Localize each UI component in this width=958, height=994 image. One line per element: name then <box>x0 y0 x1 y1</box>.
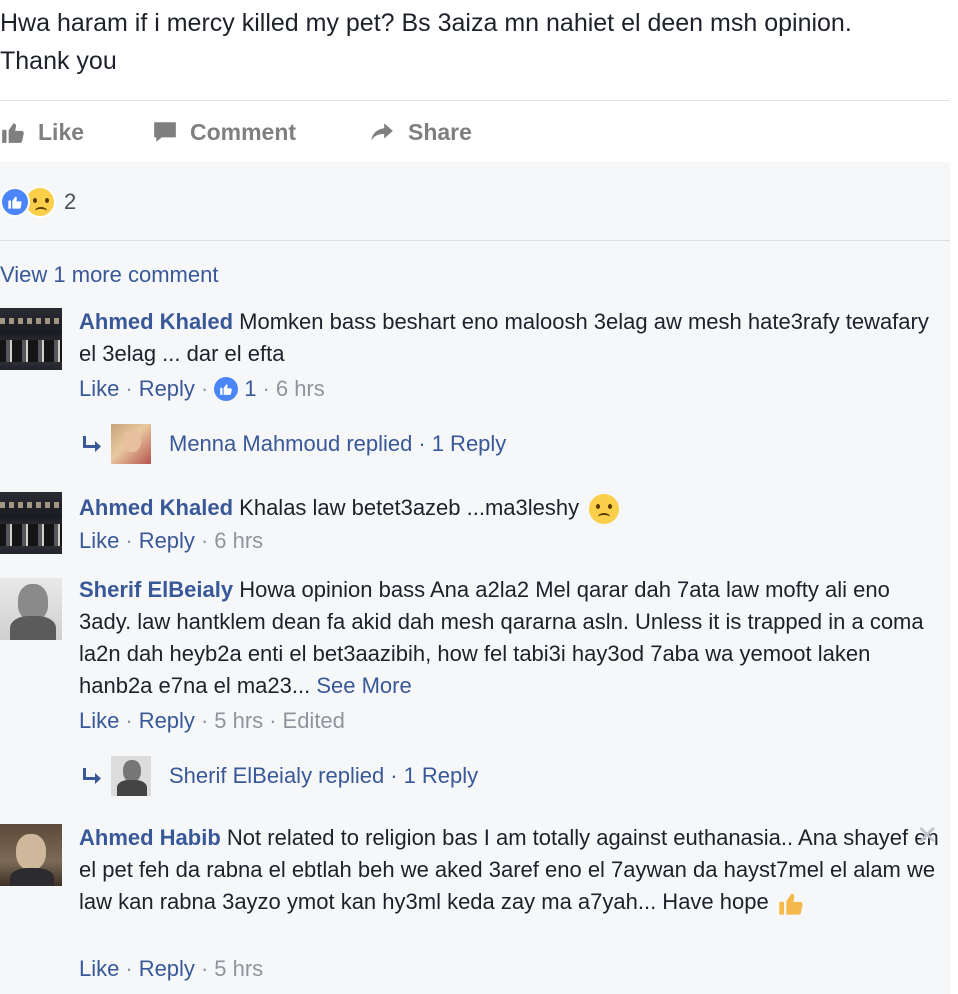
avatar[interactable] <box>0 492 62 554</box>
reply-count-link[interactable]: 1 Reply <box>432 431 507 457</box>
like-action-label: Like <box>38 118 85 145</box>
separator: · <box>269 708 277 733</box>
reply-author-text[interactable]: Sherif ElBeialy replied <box>169 763 384 789</box>
comments-area: 2 View 1 more comment Ahmed Khaled Momke… <box>0 162 950 994</box>
comment-meta: Like · Reply · 5 hrs · Edited <box>79 708 345 734</box>
comment-body: Ahmed Khaled Khalas law betet3azeb ...ma… <box>79 492 939 525</box>
comment-time[interactable]: 6 hrs <box>214 528 263 554</box>
comment-time[interactable]: 5 hrs <box>214 956 263 982</box>
avatar[interactable] <box>0 308 62 370</box>
avatar[interactable] <box>0 824 62 886</box>
close-icon[interactable]: ✕ <box>916 822 938 848</box>
post-actions-bar: Like Comment Share <box>0 100 950 162</box>
separator: · <box>262 376 270 401</box>
reply-count-link[interactable]: 1 Reply <box>404 763 479 789</box>
comment-icon <box>154 122 176 142</box>
reply-avatar <box>111 424 151 464</box>
comment-author[interactable]: Sherif ElBeialy <box>79 577 233 602</box>
view-more-comments-link[interactable]: View 1 more comment <box>0 262 218 288</box>
separator: · <box>200 708 209 733</box>
share-action-button[interactable]: Share <box>368 101 472 163</box>
comment-author[interactable]: Ahmed Khaled <box>79 309 233 334</box>
separator: · <box>125 956 133 981</box>
comment-action-label: Comment <box>190 118 297 145</box>
separator: · <box>418 431 426 456</box>
comment-author[interactable]: Ahmed Habib <box>79 825 221 850</box>
like-action-button[interactable]: Like <box>0 101 84 163</box>
comment-reply-link[interactable]: Reply <box>139 528 195 554</box>
comment-like-count[interactable]: 1 <box>244 376 256 402</box>
share-action-label: Share <box>408 118 472 145</box>
comment-meta: Like · Reply · 6 hrs <box>79 528 263 554</box>
comment-reply-link[interactable]: Reply <box>139 956 195 982</box>
reply-author-text[interactable]: Menna Mahmoud replied <box>169 431 412 457</box>
reply-arrow-icon <box>83 768 101 784</box>
separator: · <box>200 376 209 401</box>
comment-like-link[interactable]: Like <box>79 708 119 734</box>
comment-text: Khalas law betet3azeb ...ma3leshy <box>239 495 580 520</box>
reaction-count: 2 <box>64 189 77 214</box>
see-more-link[interactable]: See More <box>316 673 411 698</box>
separator: · <box>125 376 133 401</box>
post-text: Hwa haram if i mercy killed my pet? Bs 3… <box>0 9 852 75</box>
separator: · <box>390 763 398 788</box>
reply-summary[interactable]: Sherif ElBeialy replied · 1 Reply <box>79 756 478 796</box>
comment-body: Sherif ElBeialy Howa opinion bass Ana a2… <box>79 574 939 702</box>
reply-summary[interactable]: Menna Mahmoud replied · 1 Reply <box>79 424 506 464</box>
comment-reply-link[interactable]: Reply <box>139 708 195 734</box>
separator: · <box>125 708 133 733</box>
avatar[interactable] <box>0 578 62 640</box>
comment-time[interactable]: 6 hrs <box>276 376 325 402</box>
reply-arrow-icon <box>83 436 101 452</box>
comment-like-link[interactable]: Like <box>79 376 119 402</box>
comment-time[interactable]: 5 hrs <box>214 708 263 734</box>
comment-meta: Like · Reply · 5 hrs <box>79 956 263 982</box>
comment-body: Ahmed Khaled Momken bass beshart eno mal… <box>79 306 939 370</box>
comment-reply-link[interactable]: Reply <box>139 376 195 402</box>
comment-like-link[interactable]: Like <box>79 956 119 982</box>
reply-avatar <box>111 756 151 796</box>
separator: · <box>200 528 209 553</box>
comment-author[interactable]: Ahmed Khaled <box>79 495 233 520</box>
sad-face-icon <box>589 494 620 525</box>
edited-label[interactable]: Edited <box>283 708 345 734</box>
comment-meta: Like · Reply · 1 · 6 hrs <box>79 376 325 402</box>
thumbs-up-icon <box>2 123 24 143</box>
divider <box>0 240 950 241</box>
like-count-icon[interactable] <box>214 377 239 401</box>
reactions-summary[interactable]: 2 <box>0 182 76 222</box>
comment-like-link[interactable]: Like <box>79 528 119 554</box>
comment-action-button[interactable]: Comment <box>152 101 958 163</box>
share-arrow-icon <box>371 123 393 141</box>
separator: · <box>125 528 133 553</box>
like-reaction-icon <box>0 187 30 217</box>
separator: · <box>200 956 209 981</box>
thumbs-up-emoji-icon <box>779 893 803 915</box>
comment-body: Ahmed Habib Not related to religion bas … <box>79 822 939 918</box>
